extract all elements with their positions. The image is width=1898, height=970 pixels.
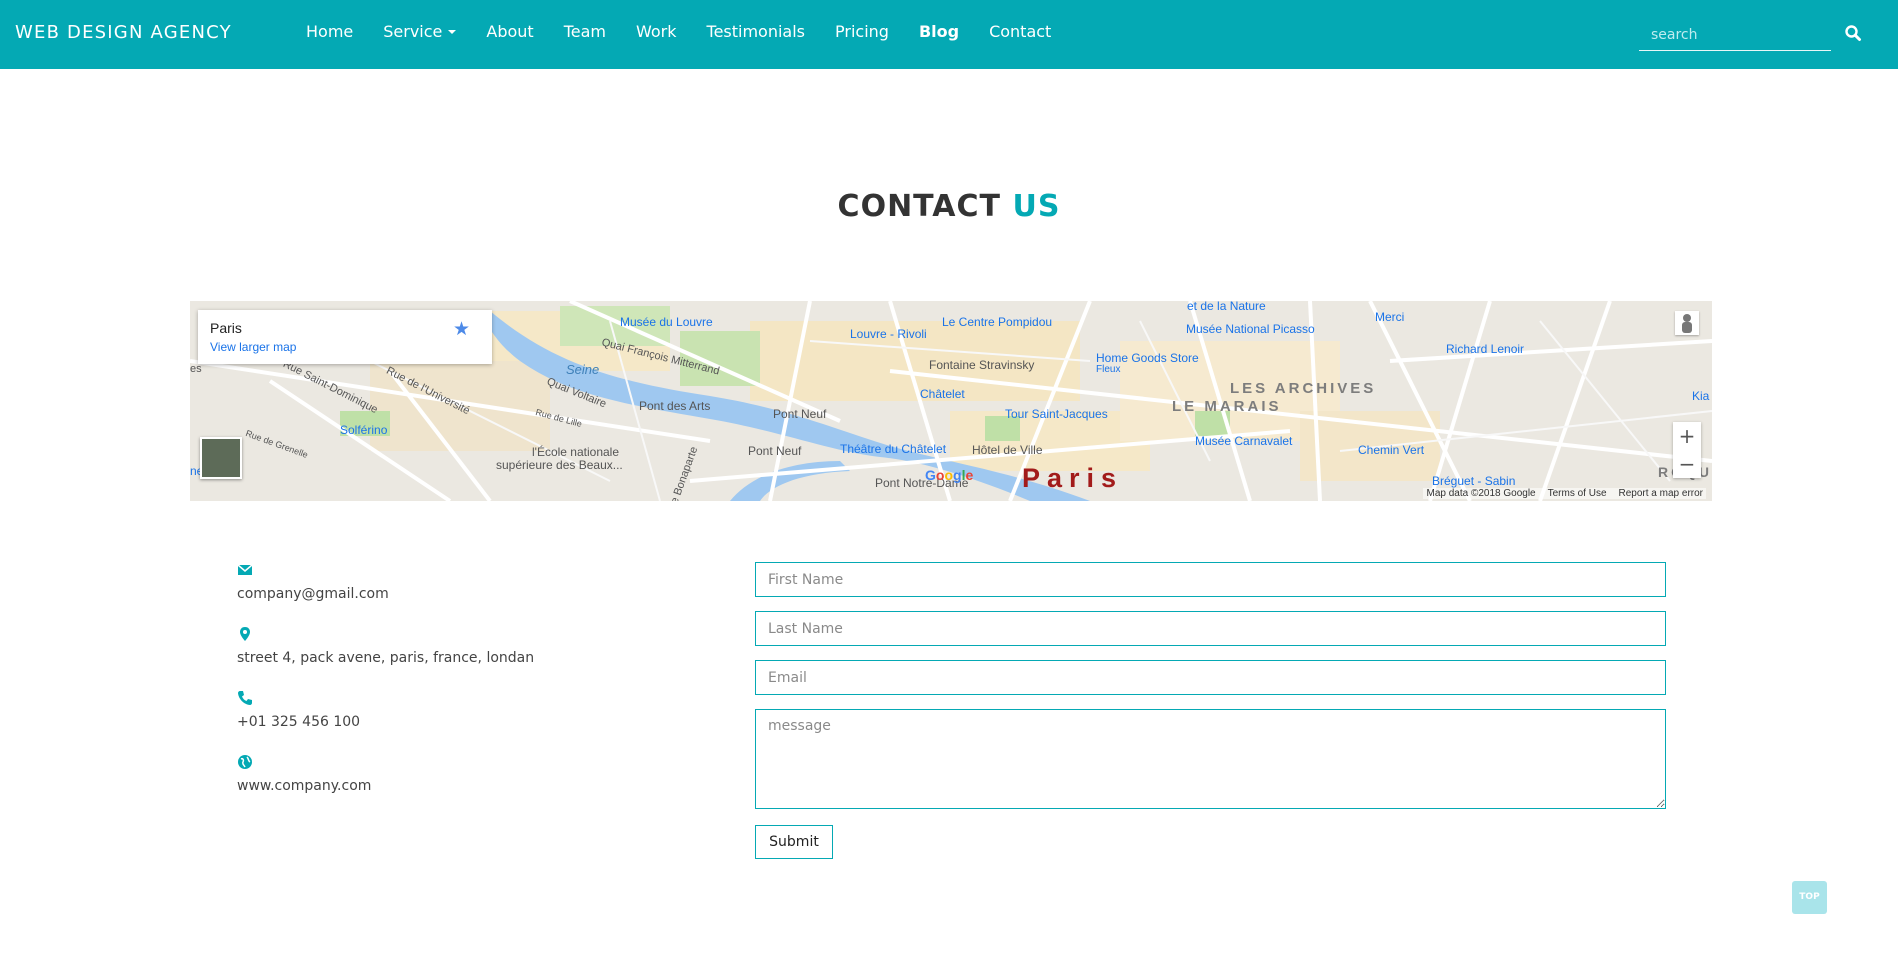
contact-address: street 4, pack avene, paris, france, lon… xyxy=(237,650,535,666)
map-label-beaux-arts: supérieure des Beaux... xyxy=(496,458,623,472)
search-input[interactable] xyxy=(1639,20,1831,51)
map-attribution: Map data ©2018 Google Terms of Use Repor… xyxy=(1423,488,1706,499)
contact-website[interactable]: www.company.com xyxy=(237,778,371,794)
google-logo: Google xyxy=(925,467,974,483)
map-label-marais: LE MARAIS xyxy=(1172,398,1282,415)
map-label-home-goods[interactable]: Home Goods Store xyxy=(1096,351,1199,365)
map-marker-icon xyxy=(240,627,250,641)
title-accent: US xyxy=(1012,189,1061,224)
nav-item-blog[interactable]: Blog xyxy=(919,22,959,41)
google-map[interactable]: Musée du Louvre Louvre - Rivoli Le Centr… xyxy=(190,301,1712,501)
map-label-stravinsky[interactable]: Fontaine Stravinsky xyxy=(929,358,1034,372)
map-label-edge-es: es xyxy=(190,363,202,375)
map-label-hotel-de-ville[interactable]: Hôtel de Ville xyxy=(972,443,1043,457)
map-label-archives: LES ARCHIVES xyxy=(1230,380,1377,397)
nav-item-home[interactable]: Home xyxy=(306,22,353,41)
phone-icon xyxy=(238,691,252,705)
map-label-merci[interactable]: Merci xyxy=(1375,310,1404,324)
zoom-controls: + − xyxy=(1673,422,1701,478)
envelope-icon xyxy=(237,564,253,575)
map-label-pont-neuf-metro[interactable]: Pont Neuf xyxy=(773,407,826,421)
report-map-error-link[interactable]: Report a map error xyxy=(1619,488,1703,499)
map-label-tour-saint-jacques[interactable]: Tour Saint-Jacques xyxy=(1005,407,1108,421)
map-label-solferino[interactable]: Solférino xyxy=(340,423,387,437)
contact-email[interactable]: company@gmail.com xyxy=(237,586,389,602)
map-label-louvre-rivoli[interactable]: Louvre - Rivoli xyxy=(850,327,927,341)
map-label-pont-des-arts: Pont des Arts xyxy=(639,399,711,413)
search-icon[interactable] xyxy=(1844,24,1862,42)
map-label-louvre[interactable]: Musée du Louvre xyxy=(620,315,713,329)
map-label-pompidou[interactable]: Le Centre Pompidou xyxy=(942,315,1052,329)
map-place-name: Paris xyxy=(210,320,242,336)
pegman-icon xyxy=(1682,314,1692,333)
last-name-field[interactable] xyxy=(755,611,1666,646)
nav-item-pricing[interactable]: Pricing xyxy=(835,22,889,41)
street-view-icon[interactable] xyxy=(1675,311,1699,335)
submit-button[interactable]: Submit xyxy=(755,825,833,859)
globe-icon xyxy=(238,755,252,769)
view-larger-map-link[interactable]: View larger map xyxy=(210,340,296,354)
back-to-top-button[interactable]: TOP xyxy=(1792,881,1827,914)
map-label-paris-city: Paris xyxy=(1022,463,1124,493)
map-label-chemin-vert[interactable]: Chemin Vert xyxy=(1358,443,1424,457)
map-label-breguet[interactable]: Bréguet - Sabin xyxy=(1432,474,1515,488)
map-label-ecole: l'École nationale xyxy=(532,445,620,459)
contact-website-item: www.company.com xyxy=(237,754,371,794)
map-label-chatelet[interactable]: Châtelet xyxy=(920,387,965,401)
message-field[interactable] xyxy=(755,709,1666,809)
nav-item-contact[interactable]: Contact xyxy=(989,22,1051,41)
map-label-fleux[interactable]: Fleux xyxy=(1096,364,1120,375)
terms-of-use-link[interactable]: Terms of Use xyxy=(1548,488,1607,499)
map-label-carnavalet[interactable]: Musée Carnavalet xyxy=(1195,434,1292,448)
nav-item-service-label: Service xyxy=(383,22,443,41)
contact-phone[interactable]: +01 325 456 100 xyxy=(237,714,360,730)
save-star-icon[interactable]: ★ xyxy=(453,318,470,341)
contact-address-item: street 4, pack avene, paris, france, lon… xyxy=(237,626,534,666)
map-data-credit: Map data ©2018 Google xyxy=(1426,488,1536,499)
nav-item-about[interactable]: About xyxy=(486,22,533,41)
first-name-field[interactable] xyxy=(755,562,1666,597)
contact-phone-item: +01 325 456 100 xyxy=(237,690,360,730)
navbar: WEB DESIGN AGENCY Home Service About Tea… xyxy=(0,0,1898,69)
nav-item-work[interactable]: Work xyxy=(636,22,677,41)
map-label-nature: et de la Nature xyxy=(1187,301,1266,313)
brand-logo[interactable]: WEB DESIGN AGENCY xyxy=(15,22,232,43)
nav-item-service[interactable]: Service xyxy=(383,22,457,41)
map-label-richard-lenoir[interactable]: Richard Lenoir xyxy=(1446,342,1524,356)
title-main: CONTACT xyxy=(837,189,1002,224)
email-field[interactable] xyxy=(755,660,1666,695)
satellite-toggle[interactable] xyxy=(200,437,242,479)
caret-down-icon xyxy=(448,30,457,34)
contact-email-item: company@gmail.com xyxy=(237,562,389,602)
zoom-in-button[interactable]: + xyxy=(1673,422,1701,450)
page-title: CONTACT US xyxy=(0,189,1898,224)
map-label-picasso[interactable]: Musée National Picasso xyxy=(1186,322,1315,336)
nav-item-team[interactable]: Team xyxy=(564,22,606,41)
map-info-card: Paris View larger map ★ xyxy=(198,310,492,364)
map-label-theatre[interactable]: Théâtre du Châtelet xyxy=(840,442,946,456)
map-label-kia: Kia xyxy=(1692,389,1710,403)
zoom-out-button[interactable]: − xyxy=(1673,450,1701,478)
map-label-seine: Seine xyxy=(566,362,600,377)
nav-item-testimonials[interactable]: Testimonials xyxy=(707,22,806,41)
nav-menu: Home Service About Team Work Testimonial… xyxy=(306,22,1081,41)
map-label-pont-neuf: Pont Neuf xyxy=(748,444,802,458)
